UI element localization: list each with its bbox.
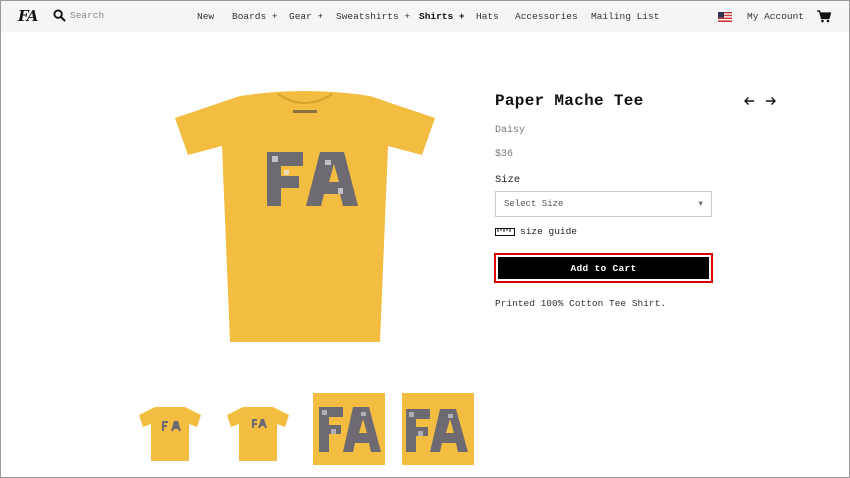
search-icon[interactable]: [53, 9, 66, 22]
product-price: $36: [495, 149, 514, 160]
product-thumbnail-3[interactable]: [313, 393, 385, 465]
my-account-link[interactable]: My Account: [747, 11, 804, 22]
site-header: FA New Boards + Gear + Sweatshirts + Shi…: [1, 1, 849, 32]
add-to-cart-button[interactable]: Add to Cart: [498, 257, 709, 279]
product-thumbnail-2[interactable]: [225, 393, 291, 465]
ruler-icon: [495, 227, 515, 236]
nav-item-boards[interactable]: Boards +: [232, 11, 278, 22]
add-to-cart-highlight: Add to Cart: [494, 253, 713, 283]
size-guide-link[interactable]: size guide: [495, 226, 577, 237]
cart-icon[interactable]: [817, 10, 831, 23]
arrow-right-icon[interactable]: [765, 95, 777, 107]
product-thumbnail-1[interactable]: [137, 393, 203, 465]
size-select-value: Select Size: [504, 199, 564, 209]
nav-item-hats[interactable]: Hats: [476, 11, 499, 22]
nav-item-mailing-list[interactable]: Mailing List: [591, 11, 659, 22]
site-logo[interactable]: FA: [18, 7, 38, 25]
product-color: Daisy: [495, 125, 526, 136]
nav-item-sweatshirts[interactable]: Sweatshirts +: [336, 11, 410, 22]
size-select[interactable]: Select Size ▼: [495, 191, 712, 217]
product-title: Paper Mache Tee: [495, 92, 644, 110]
product-pagination: [743, 95, 777, 107]
search-bar[interactable]: [53, 9, 150, 22]
arrow-left-icon[interactable]: [743, 95, 755, 107]
size-label: Size: [495, 174, 521, 186]
nav-item-gear[interactable]: Gear +: [289, 11, 323, 22]
nav-item-shirts[interactable]: Shirts +: [419, 11, 465, 22]
product-description: Printed 100% Cotton Tee Shirt.: [495, 298, 667, 309]
product-main-image[interactable]: [160, 90, 450, 348]
nav-item-new[interactable]: New: [197, 11, 214, 22]
us-flag-icon[interactable]: [718, 12, 732, 22]
product-thumbnail-4[interactable]: [402, 393, 474, 465]
nav-item-accessories[interactable]: Accessories: [515, 11, 578, 22]
size-guide-label: size guide: [520, 226, 578, 237]
search-input[interactable]: [70, 10, 150, 21]
chevron-down-icon: ▼: [698, 199, 703, 209]
